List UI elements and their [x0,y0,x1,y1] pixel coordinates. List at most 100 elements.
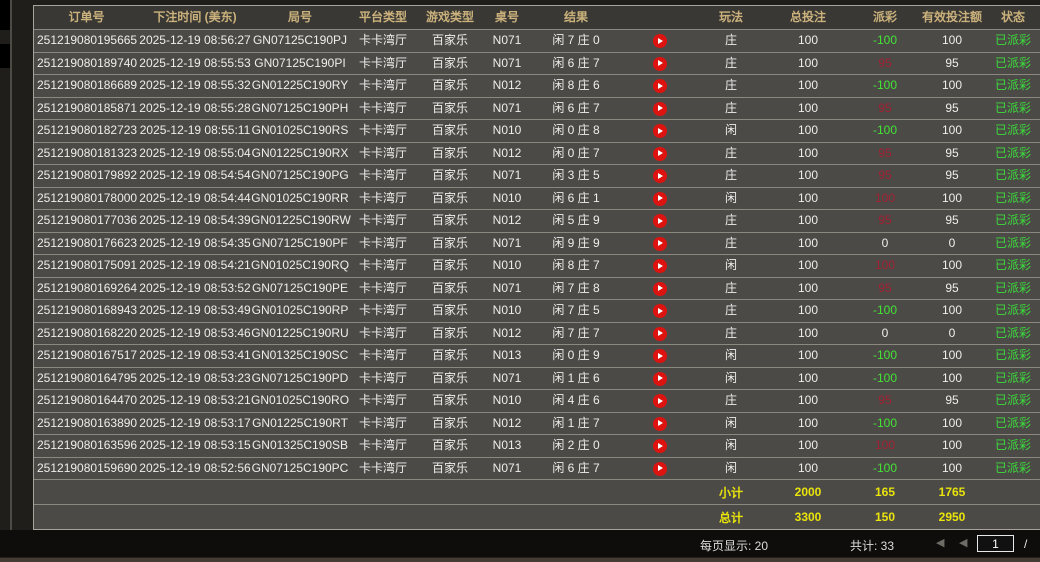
play-icon[interactable] [653,236,667,251]
play-icon[interactable] [653,281,667,296]
round-cell: GN07125C190PJ [252,33,348,48]
table-no-cell: N010 [492,123,522,138]
status-cell: 已派彩 [994,235,1031,250]
platform-cell: 卡卡湾厅 [358,438,407,453]
play-icon[interactable] [653,439,667,454]
play-icon[interactable] [653,214,667,229]
replay-cell [621,413,699,434]
play-triangle [658,217,663,224]
table-no-cell: N012 [492,78,522,93]
platform-cell: 卡卡湾厅 [358,55,407,70]
round-cell: GN01025C190RP [251,303,349,318]
play-icon[interactable] [653,79,667,94]
play-triangle [658,240,663,247]
play-icon[interactable] [653,304,667,319]
play-icon[interactable] [653,124,667,139]
table-no-cell: N013 [492,438,522,453]
play-triangle [658,127,663,134]
bet-cell: 100 [797,438,819,453]
column-header-result: 结果 [563,10,588,24]
column-header-game: 游戏类型 [425,10,474,24]
payout-cell: 95 [878,168,892,183]
result-cell: 闲 3 庄 5 [552,168,600,183]
play-icon[interactable] [653,34,667,49]
play-icon[interactable] [653,101,667,116]
play-icon[interactable] [653,259,667,274]
table-no-cell: N071 [492,168,522,183]
play-icon[interactable] [653,416,667,431]
game-cell: 百家乐 [431,100,468,115]
valid-cell: 100 [941,460,963,475]
status-cell: 已派彩 [994,168,1031,183]
table-no-cell: N012 [492,213,522,228]
round-cell: GN07125C190PC [251,460,349,475]
play-triangle [658,262,663,269]
order-cell: 251219080169264 [37,280,138,295]
result-cell: 闲 4 庄 6 [552,393,600,408]
play-icon[interactable] [653,461,667,476]
payout-cell: 100 [874,438,896,453]
play-cell: 庄 [724,55,737,70]
bottom-edge-strip [0,557,1040,562]
game-cell: 百家乐 [431,78,468,93]
result-cell: 闲 7 庄 5 [552,303,600,318]
game-cell: 百家乐 [431,190,468,205]
first-page-icon[interactable]: ◀ [936,536,944,549]
bet-cell: 100 [797,190,819,205]
game-cell: 百家乐 [431,33,468,48]
play-cell: 庄 [724,325,737,340]
payout-cell: -100 [872,123,898,138]
play-icon[interactable] [653,371,667,386]
replay-cell [621,435,699,456]
total-bet: 3300 [794,510,822,524]
round-cell: GN07125C190PE [251,280,349,295]
play-icon[interactable] [653,56,667,71]
platform-cell: 卡卡湾厅 [358,235,407,250]
play-icon[interactable] [653,169,667,184]
status-cell: 已派彩 [994,55,1031,70]
replay-cell [621,300,699,321]
status-cell: 已派彩 [994,393,1031,408]
order-cell: 251219080168220 [37,325,138,340]
time-cell: 2025-12-19 08:54:35 [139,235,251,250]
valid-cell: 100 [941,348,963,363]
payout-cell: 95 [878,280,892,295]
result-cell: 闲 5 庄 9 [552,213,600,228]
page-number-input[interactable] [977,535,1014,552]
play-icon[interactable] [653,326,667,341]
replay-cell [621,188,699,209]
payout-cell: -100 [872,78,898,93]
order-cell: 251219080175091 [37,258,138,273]
table-row: 251219080185871 2025-12-19 08:55:28 GN0712… [34,96,1040,119]
order-cell: 251219080179892 [37,168,138,183]
time-cell: 2025-12-19 08:52:56 [139,460,251,475]
valid-cell: 95 [945,100,959,115]
result-cell: 闲 6 庄 7 [552,460,600,475]
order-cell: 251219080176623 [37,235,138,250]
table-no-cell: N013 [492,348,522,363]
replay-cell [621,165,699,186]
valid-cell: 95 [945,213,959,228]
game-cell: 百家乐 [431,370,468,385]
prev-page-icon[interactable]: ◀ [959,536,967,549]
subtotal-payout: 165 [874,485,896,499]
round-cell: GN01025C190RO [251,393,350,408]
play-cell: 庄 [724,393,737,408]
play-icon[interactable] [653,191,667,206]
bet-cell: 100 [797,33,819,48]
status-cell: 已派彩 [994,303,1031,318]
table-no-cell: N071 [492,33,522,48]
round-cell: GN07125C190PG [251,168,349,183]
subtotal-label: 小计 [718,485,743,500]
play-icon[interactable] [653,146,667,161]
play-icon[interactable] [653,349,667,364]
valid-cell: 100 [941,303,963,318]
round-cell: GN07125C190PH [251,100,349,115]
valid-cell: 100 [941,190,963,205]
order-cell: 251219080189740 [37,55,138,70]
bet-cell: 100 [797,325,819,340]
column-header-valid: 有效投注额 [921,10,982,24]
platform-cell: 卡卡湾厅 [358,78,407,93]
bet-cell: 100 [797,280,819,295]
play-icon[interactable] [653,394,667,409]
